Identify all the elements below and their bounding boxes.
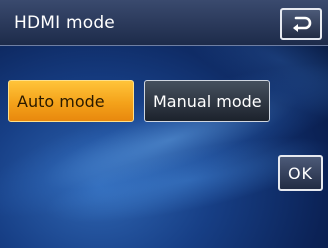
manual-mode-label: Manual mode (153, 91, 262, 111)
title-bar: HDMI mode (0, 0, 328, 46)
auto-mode-label: Auto mode (17, 91, 105, 111)
manual-mode-button[interactable]: Manual mode (144, 80, 270, 122)
return-arrow-icon (293, 16, 312, 32)
auto-mode-button[interactable]: Auto mode (8, 80, 134, 122)
hdmi-mode-screen: HDMI mode Auto mode Manual mode OK (0, 0, 328, 248)
ok-label: OK (287, 163, 314, 183)
back-button[interactable] (280, 8, 322, 40)
ok-button[interactable]: OK (278, 155, 323, 191)
background-light-streak (0, 32, 328, 248)
page-title: HDMI mode (14, 13, 115, 33)
